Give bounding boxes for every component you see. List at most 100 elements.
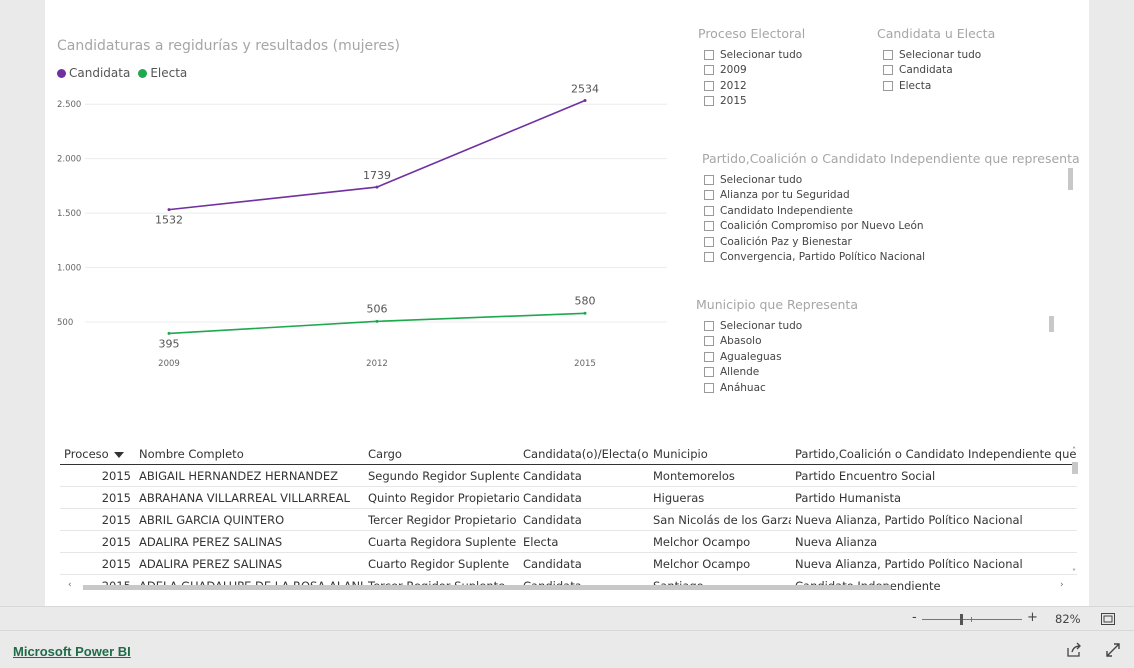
slicer-municipio-scrollbar[interactable] [1049,316,1054,332]
series-line-candidata[interactable] [168,99,586,211]
slicer-partido-item[interactable]: Alianza por tu Seguridad [704,188,1077,204]
data-point[interactable] [167,208,171,212]
y-tick-label: 2.000 [57,155,81,165]
slicer-municipio-item[interactable]: Agualeguas [704,349,1056,365]
checkbox[interactable] [704,367,714,378]
checkbox[interactable] [704,351,714,362]
series-line-electa[interactable] [168,312,586,335]
data-point[interactable] [167,331,171,335]
slicer-municipio-item[interactable]: Anáhuac [704,380,1056,396]
column-header[interactable]: Partido,Coalición o Candidato Independie… [791,444,1077,465]
slicer-partido-item[interactable]: Convergencia, Partido Político Nacional [704,250,1077,266]
slicer-candidata-item[interactable]: Candidata [883,63,995,79]
checkbox[interactable] [704,174,714,185]
checkbox[interactable] [883,49,893,60]
slicer-partido-item[interactable]: Candidato Independiente [704,203,1077,219]
slicer-proceso-item[interactable]: 2015 [704,94,805,110]
slicer-item-label: Selecionar tudo [720,173,803,186]
table-cell: Nueva Alianza, Partido Político Nacional [791,508,1077,531]
table-row[interactable]: 2015 ABIGAIL HERNANDEZ HERNANDEZ Segundo R… [60,464,1077,487]
table-cell: Candidata [519,552,649,575]
table-vscroll-thumb[interactable] [1072,462,1078,474]
column-header[interactable]: Candidata(o)/Electa(o) [519,444,649,465]
fullscreen-icon[interactable] [1104,641,1122,659]
slicer-candidata-item[interactable]: Selecionar tudo [883,47,995,63]
column-header[interactable]: Nombre Completo [135,444,364,465]
checkbox[interactable] [704,221,714,232]
share-icon[interactable] [1065,641,1083,659]
column-header-label: Proceso [64,447,109,461]
slicer-municipio-title: Municipio que Representa [696,297,858,312]
slicer-item-label: Coalición Compromiso por Nuevo León [720,220,924,233]
data-label: 580 [575,294,596,307]
slicer-partido-scrollbar[interactable] [1068,168,1073,190]
table: Proceso Nombre Completo Cargo Candidata(o)/… [60,444,1077,590]
column-header[interactable]: Proceso [60,444,135,465]
table-vertical-scrollbar[interactable]: ˄ ˅ [1071,444,1079,580]
zoom-slider-thumb[interactable] [960,614,963,625]
line-chart[interactable]: 500 1.000 1.500 2.000 2.500 2009 2012 2015 1532 1… [45,0,685,380]
slicer-partido-item[interactable]: Coalición Paz y Bienestar [704,234,1077,250]
table-horizontal-scrollbar[interactable]: ‹ › [60,580,1070,592]
table-cell: Partido Encuentro Social [791,464,1077,487]
table-row[interactable]: 2015 ADALIRA PEREZ SALINAS Cuarta Regidora… [60,530,1077,553]
checkbox[interactable] [704,236,714,247]
slicer-municipio-list: Selecionar tudo Abasolo Agualeguas Allende A… [704,318,1056,396]
checkbox[interactable] [704,382,714,393]
checkbox[interactable] [883,80,893,91]
checkbox[interactable] [704,252,714,263]
table-hscroll-thumb[interactable] [83,585,891,590]
power-bi-link[interactable]: Microsoft Power BI [13,644,131,659]
checkbox[interactable] [704,96,714,107]
data-point[interactable] [583,311,587,315]
footer: Microsoft Power BI [0,630,1134,668]
scroll-right-icon[interactable]: › [1060,580,1064,590]
column-header-label: Candidata(o)/Electa(o) [523,447,649,461]
slicer-candidata-item[interactable]: Electa [883,78,995,94]
checkbox[interactable] [704,336,714,347]
table-cell: Nueva Alianza, Partido Político Nacional [791,552,1077,575]
scroll-left-icon[interactable]: ‹ [68,580,72,590]
x-tick-label: 2009 [158,359,180,369]
checkbox[interactable] [704,190,714,201]
slicer-proceso-item[interactable]: Selecionar tudo [704,47,805,63]
slicer-proceso-item[interactable]: 2012 [704,78,805,94]
slicer-partido-item[interactable]: Coalición Compromiso por Nuevo León [704,219,1077,235]
column-header[interactable]: Municipio [649,444,791,465]
slicer-municipio-item[interactable]: Selecionar tudo [704,318,1056,334]
sort-descending-icon[interactable] [113,451,124,458]
zoom-slider-track[interactable] [922,619,1022,620]
scroll-up-icon[interactable]: ˄ [1072,446,1076,455]
fit-page-icon[interactable] [1099,610,1117,628]
checkbox[interactable] [704,49,714,60]
table-row[interactable]: 2015 ABRAHANA VILLARREAL VILLARREAL Quinto… [60,486,1077,509]
checkbox[interactable] [704,65,714,76]
checkbox[interactable] [704,80,714,91]
scroll-down-icon[interactable]: ˅ [1072,568,1076,577]
table-cell: 2015 [60,464,135,487]
checkbox[interactable] [704,320,714,331]
table-row[interactable]: 2015 ADALIRA PEREZ SALINAS Cuarto Regidor … [60,552,1077,575]
zoom-out-button[interactable]: - [912,610,917,625]
data-point[interactable] [583,98,587,102]
slicer-partido-item[interactable]: Selecionar tudo [704,172,1077,188]
table-cell: Higueras [649,486,791,509]
data-label: 1739 [363,169,391,182]
slicer-proceso-item[interactable]: 2009 [704,63,805,79]
table-body: 2015 ABIGAIL HERNANDEZ HERNANDEZ Segundo R… [60,464,1077,590]
slicer-item-label: 2015 [720,95,747,108]
table-row[interactable]: 2015 ABRIL GARCIA QUINTERO Tercer Regidor … [60,508,1077,531]
checkbox[interactable] [704,205,714,216]
checkbox[interactable] [883,65,893,76]
x-tick-label: 2015 [574,359,596,369]
slicer-municipio-item[interactable]: Allende [704,365,1056,381]
data-point[interactable] [375,185,379,189]
slicer-municipio-item[interactable]: Abasolo [704,334,1056,350]
slicer-item-label: Anáhuac [720,381,766,394]
data-point[interactable] [375,319,379,323]
slicer-proceso: Proceso Electoral Selecionar tudo 2009 201… [698,26,805,109]
table-cell: Candidata [519,508,649,531]
column-header[interactable]: Cargo [364,444,519,465]
zoom-in-button[interactable]: + [1027,610,1038,625]
table-cell: Tercer Regidor Propietario [364,508,519,531]
